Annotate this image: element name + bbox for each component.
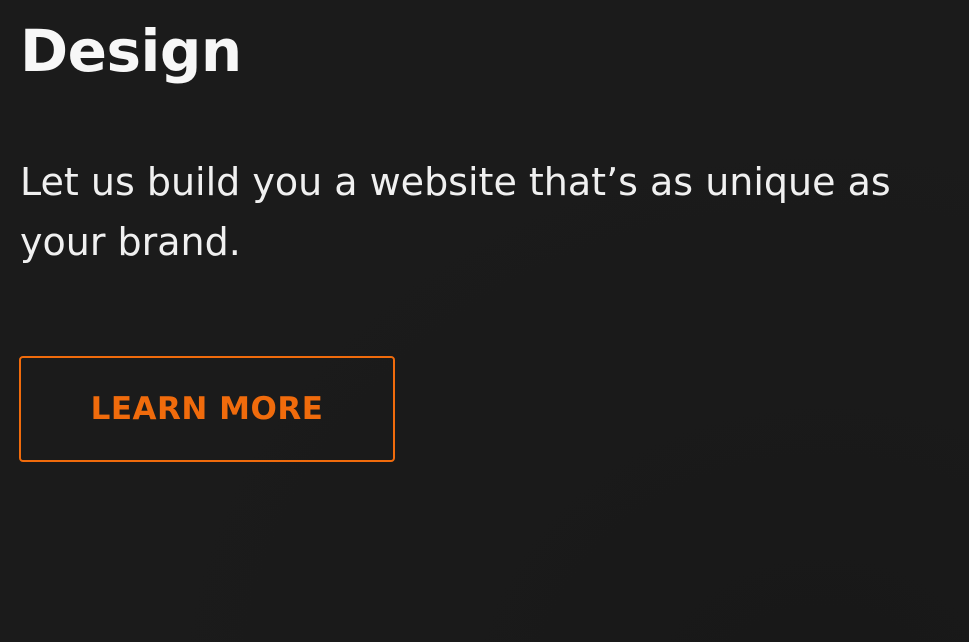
learn-more-label: LEARN MORE — [90, 391, 324, 427]
hero-description: Let us build you a website that’s as uni… — [20, 152, 969, 272]
page-title: Design — [20, 17, 242, 85]
hero-section: Design Let us build you a website that’s… — [0, 0, 969, 642]
hero-description-line-2: your brand. — [20, 220, 241, 264]
hero-description-line-1: Let us build you a website that’s as uni… — [20, 160, 891, 204]
learn-more-button[interactable]: LEARN MORE — [19, 356, 395, 462]
